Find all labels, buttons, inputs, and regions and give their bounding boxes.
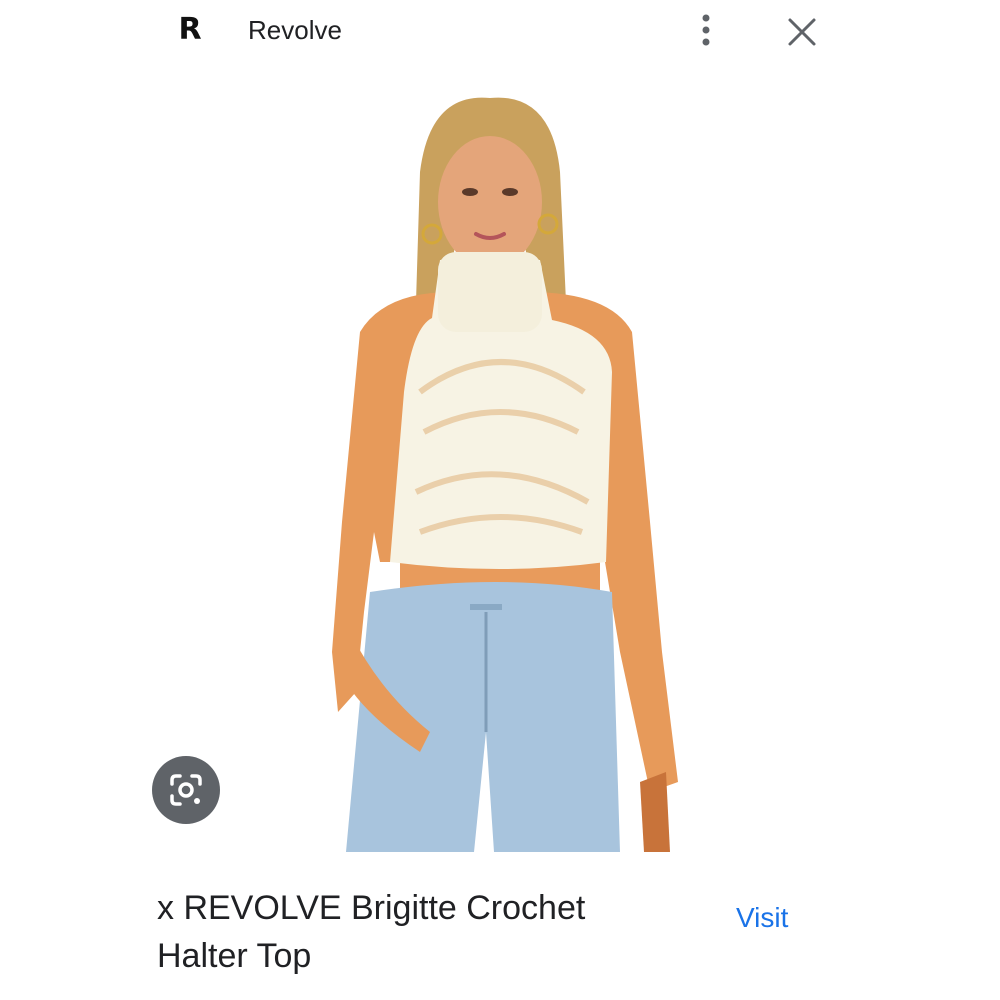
product-image[interactable] bbox=[320, 92, 700, 852]
site-name[interactable]: Revolve bbox=[248, 12, 342, 48]
more-options-button[interactable] bbox=[690, 10, 722, 50]
lens-icon bbox=[170, 774, 202, 806]
site-logo: R bbox=[178, 12, 202, 47]
bag bbox=[640, 772, 670, 852]
close-icon bbox=[788, 18, 816, 46]
visit-link[interactable]: Visit bbox=[736, 898, 788, 938]
close-button[interactable] bbox=[782, 12, 822, 52]
top-bar: R Revolve bbox=[0, 0, 1000, 64]
lens-search-button[interactable] bbox=[152, 756, 220, 824]
face bbox=[438, 136, 542, 268]
more-vert-icon bbox=[702, 14, 710, 46]
product-title[interactable]: x REVOLVE Brigitte Crochet Halter Top bbox=[157, 884, 677, 980]
image-preview-page: R Revolve x REVOLVE Brigitte Crochet Hal… bbox=[0, 0, 1000, 1000]
